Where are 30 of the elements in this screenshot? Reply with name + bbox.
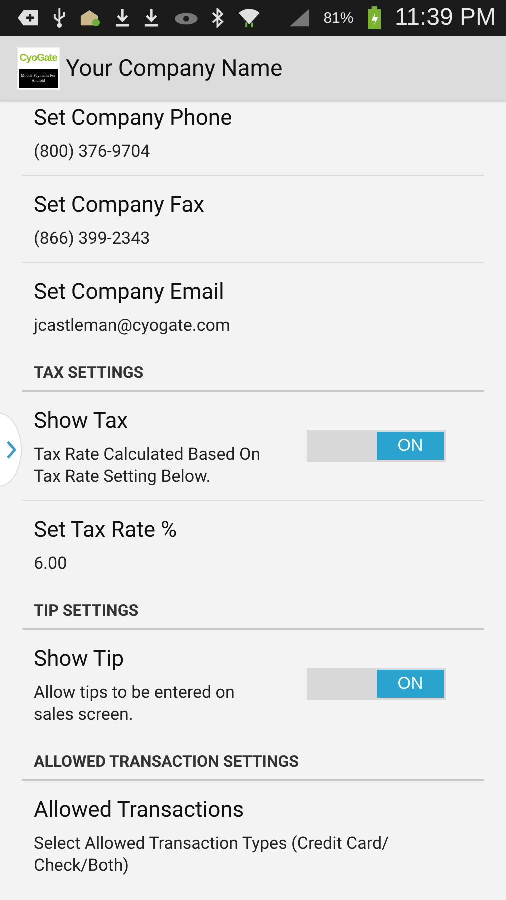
- section-header: TAX SETTINGS: [22, 349, 484, 392]
- setting-title[interactable]: Set Tax Rate %: [34, 513, 472, 549]
- clock-time: 11:39 PM: [395, 4, 496, 32]
- download-icon: [115, 8, 130, 28]
- setting-summary: Allow tips to be entered on sales screen.: [34, 682, 236, 726]
- section-header: TIP SETTINGS: [22, 587, 484, 630]
- app-title: Your Company Name: [66, 54, 283, 82]
- chevron-icon: [6, 441, 16, 459]
- setting-summary: 6.00: [34, 553, 68, 575]
- wifi-icon: [238, 7, 261, 29]
- setting-summary: (800) 376-9704: [34, 141, 152, 163]
- section-header: ALLOWED TRANSACTION SETTINGS: [22, 738, 484, 781]
- battery-icon: [368, 6, 382, 30]
- setting-title[interactable]: Set Company Email: [34, 275, 472, 311]
- eye-icon: [174, 10, 198, 26]
- setting-summary: Select Allowed Transaction Types (Credit Card/ Check/Both): [34, 833, 390, 877]
- setting-summary: Tax Rate Calculated Based On Tax Rate Setting Below.: [34, 444, 262, 488]
- battery-percent: 81%: [324, 10, 354, 26]
- usb-icon: [52, 7, 66, 29]
- setting-summary: jcastleman@cyogate.com: [34, 315, 232, 337]
- setting-title[interactable]: Show Tip: [34, 642, 297, 678]
- notification-icon: [18, 9, 39, 27]
- setting-title[interactable]: Show Tax: [34, 404, 297, 440]
- bluetooth-icon: [212, 8, 224, 28]
- setting-summary: (866) 399-2343: [34, 228, 152, 250]
- download-icon: [144, 8, 160, 28]
- signal-icon: [288, 8, 310, 28]
- setting-title[interactable]: Set Company Fax: [34, 188, 472, 224]
- setting-title[interactable]: Set Company Phone: [34, 101, 472, 137]
- setting-title[interactable]: Allowed Transactions: [34, 793, 472, 829]
